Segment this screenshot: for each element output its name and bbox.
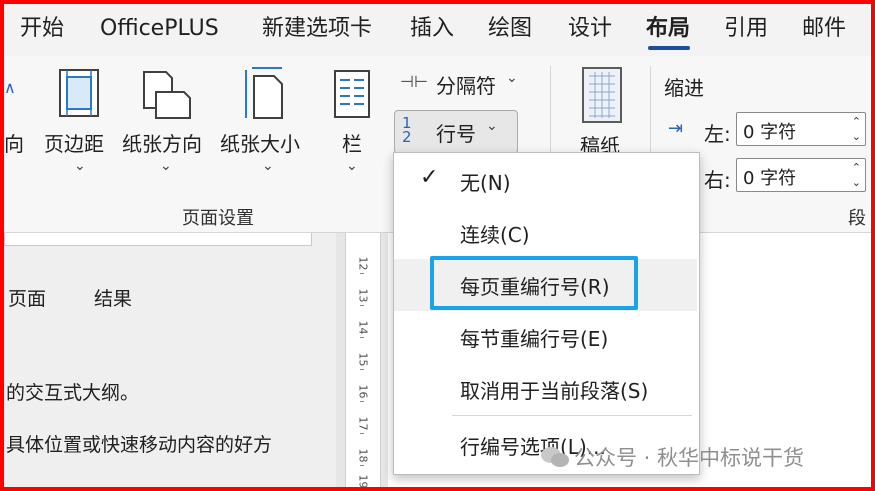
- breaks-button[interactable]: 分隔符: [436, 70, 496, 99]
- ruler-number: 15: [356, 352, 370, 367]
- paper-orientation-icon: [143, 71, 191, 119]
- nav-tab-pages[interactable]: 页面: [8, 284, 46, 311]
- margins-chevron-icon: ⌄: [74, 158, 86, 174]
- checkmark-icon: ✓: [420, 165, 439, 190]
- paper-size-chevron-icon: ⌄: [262, 158, 274, 174]
- paragraph-group-label: 段: [848, 208, 866, 229]
- columns-chevron-icon: ⌄: [346, 158, 358, 174]
- ruler-number: 17: [356, 416, 370, 431]
- navigation-search-box[interactable]: [4, 233, 312, 246]
- menu-item-suppress-current-paragraph[interactable]: 取消用于当前段落(S): [394, 363, 697, 415]
- margins-label: 页边距: [44, 132, 104, 156]
- line-numbers-chevron-icon: ⌄: [486, 118, 498, 134]
- highlight-annotation-box: [430, 256, 638, 310]
- orientation-button-label[interactable]: 向: [4, 128, 24, 157]
- line-numbers-label: 行号: [436, 122, 476, 146]
- nav-help-text-line: 的交互式大纲。: [6, 382, 140, 404]
- ruler-tick: [360, 273, 364, 274]
- ruler-tick: [360, 433, 364, 434]
- manuscript-button[interactable]: [578, 66, 626, 124]
- line-numbers-menu: ✓ 无(N) 连续(C) 每页重编行号(R) 每节重编行号(E) 取消用于当前段…: [393, 152, 700, 475]
- ruler-tick: [360, 305, 364, 306]
- ruler-tick: [360, 401, 364, 402]
- paper-orientation-chevron-icon: ⌄: [160, 158, 172, 174]
- menu-item-label: 每节重编行号(E): [460, 327, 609, 351]
- menu-divider: [452, 415, 692, 416]
- ruler-number: 12: [356, 256, 370, 271]
- paper-size-icon: [245, 67, 283, 119]
- nav-help-text-line: 具体位置或快速移动内容的好方: [6, 434, 273, 456]
- menu-item-restart-each-section[interactable]: 每节重编行号(E): [394, 311, 697, 363]
- indent-title: 缩进: [664, 76, 704, 100]
- menu-item-label: 取消用于当前段落(S): [460, 379, 649, 403]
- tab-design[interactable]: 设计: [568, 14, 612, 44]
- spinner-arrows-icon[interactable]: ⌃ ⌄: [852, 160, 861, 190]
- tab-mailings[interactable]: 邮件: [802, 14, 846, 44]
- margins-button[interactable]: [44, 68, 114, 118]
- active-tab-indicator: [648, 46, 690, 50]
- wechat-icon: [541, 447, 569, 467]
- breaks-chevron-icon: ⌄: [506, 70, 518, 86]
- indent-left-label: 左:: [704, 122, 731, 146]
- ruler-tick: [360, 337, 364, 338]
- tab-officeplus[interactable]: OfficePLUS: [100, 14, 219, 44]
- ruler-number: 13: [356, 288, 370, 303]
- paper-orientation-button[interactable]: [136, 68, 196, 120]
- indent-right-value: 0 字符: [743, 168, 797, 189]
- indent-left-value: 0 字符: [743, 122, 797, 143]
- menu-item-label: 无(N): [460, 171, 511, 195]
- breaks-icon: ⊣⊢: [400, 72, 428, 91]
- tab-insert[interactable]: 插入: [410, 14, 454, 44]
- paper-orientation-label: 纸张方向: [122, 132, 202, 156]
- paper-size-label: 纸张大小: [220, 132, 300, 156]
- margins-icon: [59, 69, 99, 117]
- ruler-number: 16: [356, 384, 370, 399]
- nav-tab-results[interactable]: 结果: [94, 284, 132, 311]
- columns-button[interactable]: [330, 68, 374, 120]
- menu-item-continuous[interactable]: 连续(C): [394, 207, 697, 259]
- page-setup-group-label: 页面设置: [182, 208, 254, 229]
- indent-left-spinner[interactable]: 0 字符 ⌃ ⌄: [736, 112, 866, 146]
- tab-draw[interactable]: 绘图: [488, 14, 532, 44]
- tab-home[interactable]: 开始: [20, 14, 64, 44]
- columns-icon: [334, 70, 370, 118]
- indent-right-spinner[interactable]: 0 字符 ⌃ ⌄: [736, 158, 866, 192]
- ruler-number: 14: [356, 320, 370, 335]
- columns-label: 栏: [342, 132, 362, 156]
- orientation-arrow-icon: ∧: [4, 78, 16, 97]
- divider: [550, 66, 551, 166]
- vertical-ruler: 12 13 14 15 16 17 18 19: [345, 233, 381, 489]
- ruler-tick: [360, 465, 364, 466]
- indent-left-icon: ⇥: [668, 118, 684, 139]
- menu-item-label: 连续(C): [460, 223, 530, 247]
- spinner-arrows-icon[interactable]: ⌃ ⌄: [852, 114, 861, 144]
- ruler-number: 19: [356, 474, 370, 489]
- paper-size-button[interactable]: [236, 66, 292, 122]
- ribbon-tab-bar: 开始 OfficePLUS 新建选项卡 插入 绘图 设计 布局 引用 邮件: [0, 0, 875, 56]
- manuscript-icon: [582, 67, 622, 123]
- ruler-number: 18: [356, 448, 370, 463]
- tab-new-tab[interactable]: 新建选项卡: [262, 14, 372, 44]
- indent-right-label: 右:: [704, 168, 731, 192]
- menu-item-none[interactable]: ✓ 无(N): [394, 155, 697, 207]
- tab-layout[interactable]: 布局: [646, 14, 690, 44]
- tab-references[interactable]: 引用: [724, 14, 768, 44]
- watermark-text: 公众号 · 秋华中标说干货: [574, 446, 805, 470]
- line-numbers-icon: 12: [402, 114, 412, 146]
- ruler-tick: [360, 369, 364, 370]
